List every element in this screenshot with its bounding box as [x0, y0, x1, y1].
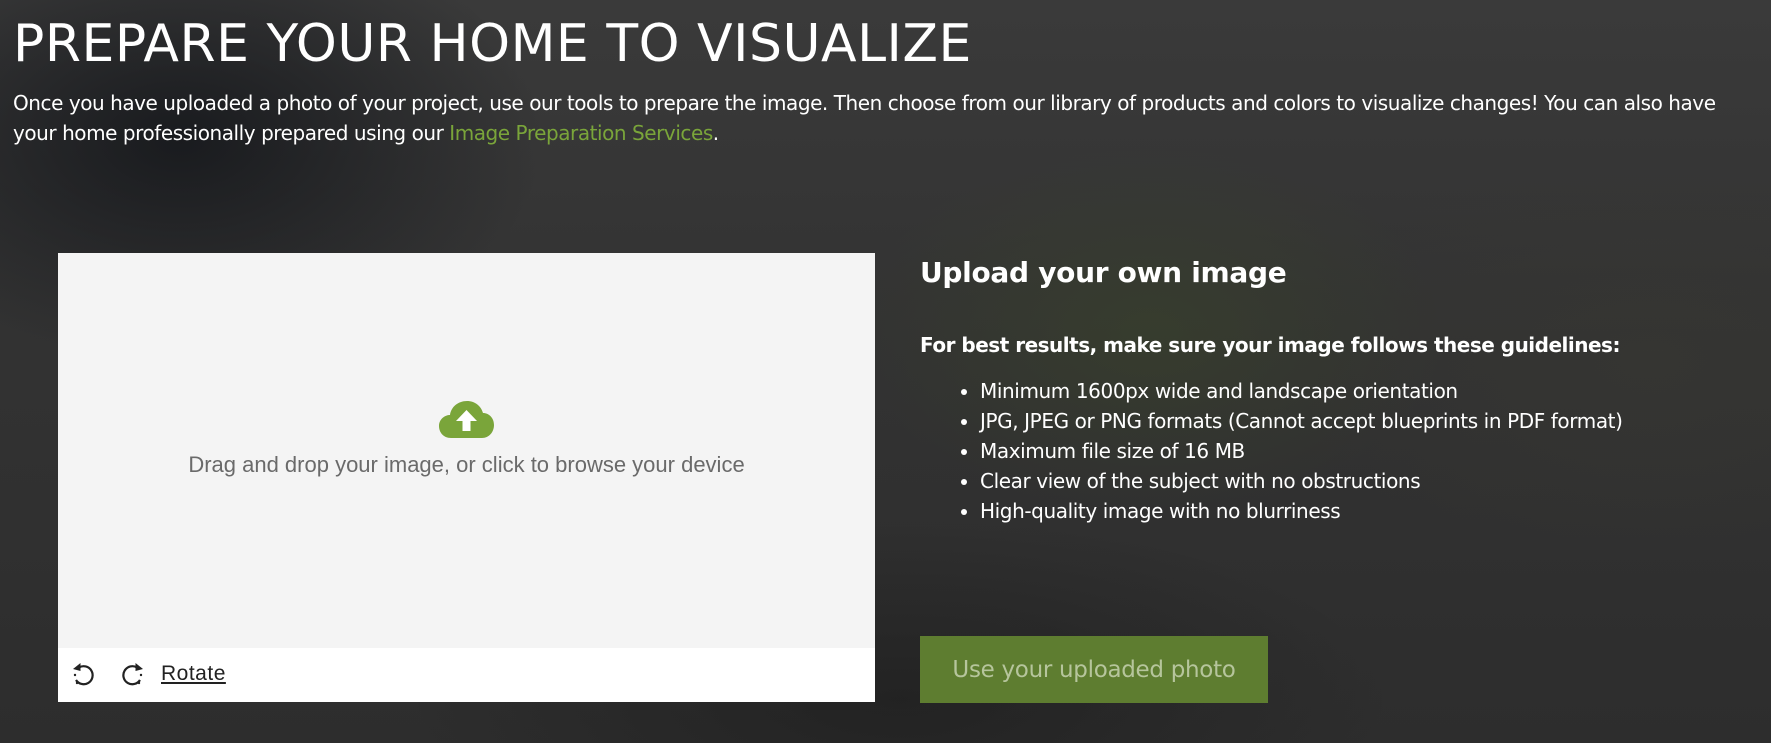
guideline-item: Minimum 1600px wide and landscape orient…	[980, 376, 1623, 406]
intro-paragraph: Once you have uploaded a photo of your p…	[13, 88, 1763, 148]
use-uploaded-photo-button[interactable]: Use your uploaded photo	[920, 636, 1268, 703]
guideline-item: JPG, JPEG or PNG formats (Cannot accept …	[980, 406, 1623, 436]
page-title: PREPARE YOUR HOME TO VISUALIZE	[13, 14, 972, 74]
upload-heading: Upload your own image	[920, 256, 1287, 289]
guidelines-list: Minimum 1600px wide and landscape orient…	[980, 376, 1623, 526]
image-toolbar: Rotate	[58, 648, 875, 702]
rotate-right-icon[interactable]	[118, 661, 146, 689]
guidelines-heading: For best results, make sure your image f…	[920, 333, 1620, 357]
guideline-item: Maximum file size of 16 MB	[980, 436, 1623, 466]
rotate-button[interactable]: Rotate	[161, 662, 226, 686]
guideline-item: Clear view of the subject with no obstru…	[980, 466, 1623, 496]
rotate-left-icon[interactable]	[70, 661, 98, 689]
page-content: PREPARE YOUR HOME TO VISUALIZE Once you …	[0, 0, 1771, 743]
guideline-item: High-quality image with no blurriness	[980, 496, 1623, 526]
image-preparation-services-link[interactable]: Image Preparation Services	[449, 121, 713, 145]
image-dropzone[interactable]	[58, 253, 875, 648]
intro-end: .	[712, 121, 719, 145]
cloud-upload-icon[interactable]	[439, 400, 494, 440]
dropzone-instructions[interactable]: Drag and drop your image, or click to br…	[58, 452, 875, 478]
intro-text: Once you have uploaded a photo of your p…	[13, 91, 1716, 145]
